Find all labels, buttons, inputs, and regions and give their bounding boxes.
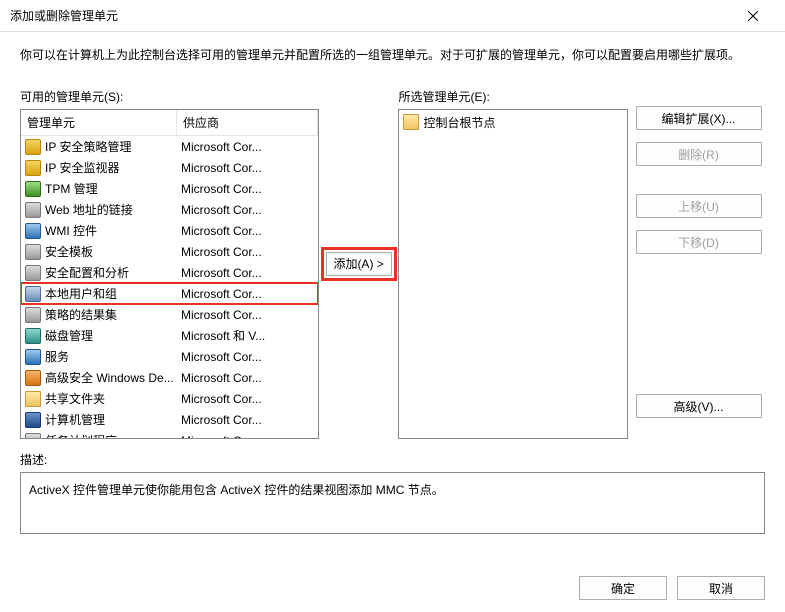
list-item[interactable]: 计算机管理Microsoft Cor... (21, 409, 318, 430)
snapin-icon (25, 433, 41, 439)
dialog-content: 你可以在计算机上为此控制台选择可用的管理单元并配置所选的一组管理单元。对于可扩展… (0, 32, 785, 544)
snapin-icon (25, 286, 41, 302)
list-item[interactable]: 本地用户和组Microsoft Cor... (21, 283, 318, 304)
snapin-name: 共享文件夹 (45, 390, 179, 407)
snapin-vendor: Microsoft Cor... (179, 140, 318, 154)
main-columns: 可用的管理单元(S): 管理单元 供应商 IP 安全策略管理Microsoft … (20, 88, 765, 439)
snapin-vendor: Microsoft Cor... (179, 224, 318, 238)
snapin-name: 计算机管理 (45, 411, 179, 428)
window-title: 添加或删除管理单元 (10, 7, 731, 24)
snapin-icon (25, 328, 41, 344)
snapin-vendor: Microsoft Cor... (179, 392, 318, 406)
snapin-icon (25, 391, 41, 407)
snapin-icon (25, 160, 41, 176)
close-button[interactable] (731, 1, 775, 31)
edit-extensions-button[interactable]: 编辑扩展(X)... (636, 106, 762, 130)
selected-listbox[interactable]: 控制台根节点 (398, 109, 627, 439)
available-label: 可用的管理单元(S): (20, 88, 319, 105)
snapin-icon (25, 139, 41, 155)
add-button[interactable]: 添加(A) > (326, 252, 392, 276)
advanced-button[interactable]: 高级(V)... (636, 394, 762, 418)
selected-column: 所选管理单元(E): 控制台根节点 (398, 88, 627, 439)
snapin-name: WMI 控件 (45, 222, 179, 239)
list-item[interactable]: 磁盘管理Microsoft 和 V... (21, 325, 318, 346)
col-header-snapin[interactable]: 管理单元 (21, 110, 177, 135)
snapin-vendor: Microsoft Cor... (179, 266, 318, 280)
snapin-vendor: Microsoft Cor... (179, 203, 318, 217)
folder-icon (403, 114, 419, 130)
intro-text: 你可以在计算机上为此控制台选择可用的管理单元并配置所选的一组管理单元。对于可扩展… (20, 46, 765, 64)
snapin-name: 安全模板 (45, 243, 179, 260)
titlebar: 添加或删除管理单元 (0, 0, 785, 32)
snapin-icon (25, 202, 41, 218)
available-list-header: 管理单元 供应商 (21, 110, 318, 136)
snapin-name: TPM 管理 (45, 180, 179, 197)
description-box: ActiveX 控件管理单元使你能用包含 ActiveX 控件的结果视图添加 M… (20, 472, 765, 534)
list-item[interactable]: WMI 控件Microsoft Cor... (21, 220, 318, 241)
snapin-icon (25, 349, 41, 365)
move-up-button[interactable]: 上移(U) (636, 194, 762, 218)
list-item[interactable]: 安全配置和分析Microsoft Cor... (21, 262, 318, 283)
available-column: 可用的管理单元(S): 管理单元 供应商 IP 安全策略管理Microsoft … (20, 88, 319, 439)
dialog-footer: 确定 取消 (579, 576, 765, 600)
selected-label: 所选管理单元(E): (398, 88, 627, 105)
close-icon (748, 11, 758, 21)
snapin-name: 高级安全 Windows De... (45, 369, 179, 386)
snapin-icon (25, 412, 41, 428)
snapin-vendor: Microsoft Cor... (179, 413, 318, 427)
selected-root-label: 控制台根节点 (423, 114, 495, 131)
snapin-name: IP 安全策略管理 (45, 138, 179, 155)
snapin-name: Web 地址的链接 (45, 201, 179, 218)
middle-column: 添加(A) > (319, 88, 399, 439)
list-item[interactable]: 策略的结果集Microsoft Cor... (21, 304, 318, 325)
add-button-highlight: 添加(A) > (321, 247, 397, 281)
snapin-vendor: Microsoft Cor... (179, 350, 318, 364)
snapin-name: 本地用户和组 (45, 285, 179, 302)
list-item[interactable]: 服务Microsoft Cor... (21, 346, 318, 367)
list-item[interactable]: 共享文件夹Microsoft Cor... (21, 388, 318, 409)
snapin-icon (25, 370, 41, 386)
snapin-icon (25, 181, 41, 197)
snapin-vendor: Microsoft Cor... (179, 434, 318, 439)
list-item[interactable]: TPM 管理Microsoft Cor... (21, 178, 318, 199)
list-item[interactable]: 任务计划程序Microsoft Cor... (21, 430, 318, 438)
list-item[interactable]: IP 安全监视器Microsoft Cor... (21, 157, 318, 178)
ok-button[interactable]: 确定 (579, 576, 667, 600)
selected-root-item[interactable]: 控制台根节点 (401, 112, 624, 132)
snapin-name: 安全配置和分析 (45, 264, 179, 281)
snapin-name: 任务计划程序 (45, 432, 179, 438)
side-buttons-column: 编辑扩展(X)... 删除(R) 上移(U) 下移(D) 高级(V)... (636, 88, 765, 439)
spacer-label (636, 88, 765, 102)
list-item[interactable]: IP 安全策略管理Microsoft Cor... (21, 136, 318, 157)
snapin-name: 策略的结果集 (45, 306, 179, 323)
description-section: 描述: ActiveX 控件管理单元使你能用包含 ActiveX 控件的结果视图… (20, 451, 765, 534)
list-item[interactable]: Web 地址的链接Microsoft Cor... (21, 199, 318, 220)
snapin-vendor: Microsoft Cor... (179, 371, 318, 385)
snapin-icon (25, 244, 41, 260)
snapin-icon (25, 223, 41, 239)
list-item[interactable]: 高级安全 Windows De...Microsoft Cor... (21, 367, 318, 388)
snapin-icon (25, 307, 41, 323)
description-label: 描述: (20, 451, 765, 468)
snapin-name: 磁盘管理 (45, 327, 179, 344)
move-down-button[interactable]: 下移(D) (636, 230, 762, 254)
remove-button[interactable]: 删除(R) (636, 142, 762, 166)
snapin-vendor: Microsoft Cor... (179, 308, 318, 322)
list-item[interactable]: 安全模板Microsoft Cor... (21, 241, 318, 262)
snapin-vendor: Microsoft 和 V... (179, 327, 318, 344)
available-listbox[interactable]: 管理单元 供应商 IP 安全策略管理Microsoft Cor...IP 安全监… (20, 109, 319, 439)
snapin-vendor: Microsoft Cor... (179, 245, 318, 259)
snapin-name: 服务 (45, 348, 179, 365)
available-list-body[interactable]: IP 安全策略管理Microsoft Cor...IP 安全监视器Microso… (21, 136, 318, 438)
cancel-button[interactable]: 取消 (677, 576, 765, 600)
snapin-vendor: Microsoft Cor... (179, 182, 318, 196)
col-header-vendor[interactable]: 供应商 (177, 110, 318, 135)
snapin-vendor: Microsoft Cor... (179, 287, 318, 301)
snapin-name: IP 安全监视器 (45, 159, 179, 176)
snapin-vendor: Microsoft Cor... (179, 161, 318, 175)
snapin-icon (25, 265, 41, 281)
